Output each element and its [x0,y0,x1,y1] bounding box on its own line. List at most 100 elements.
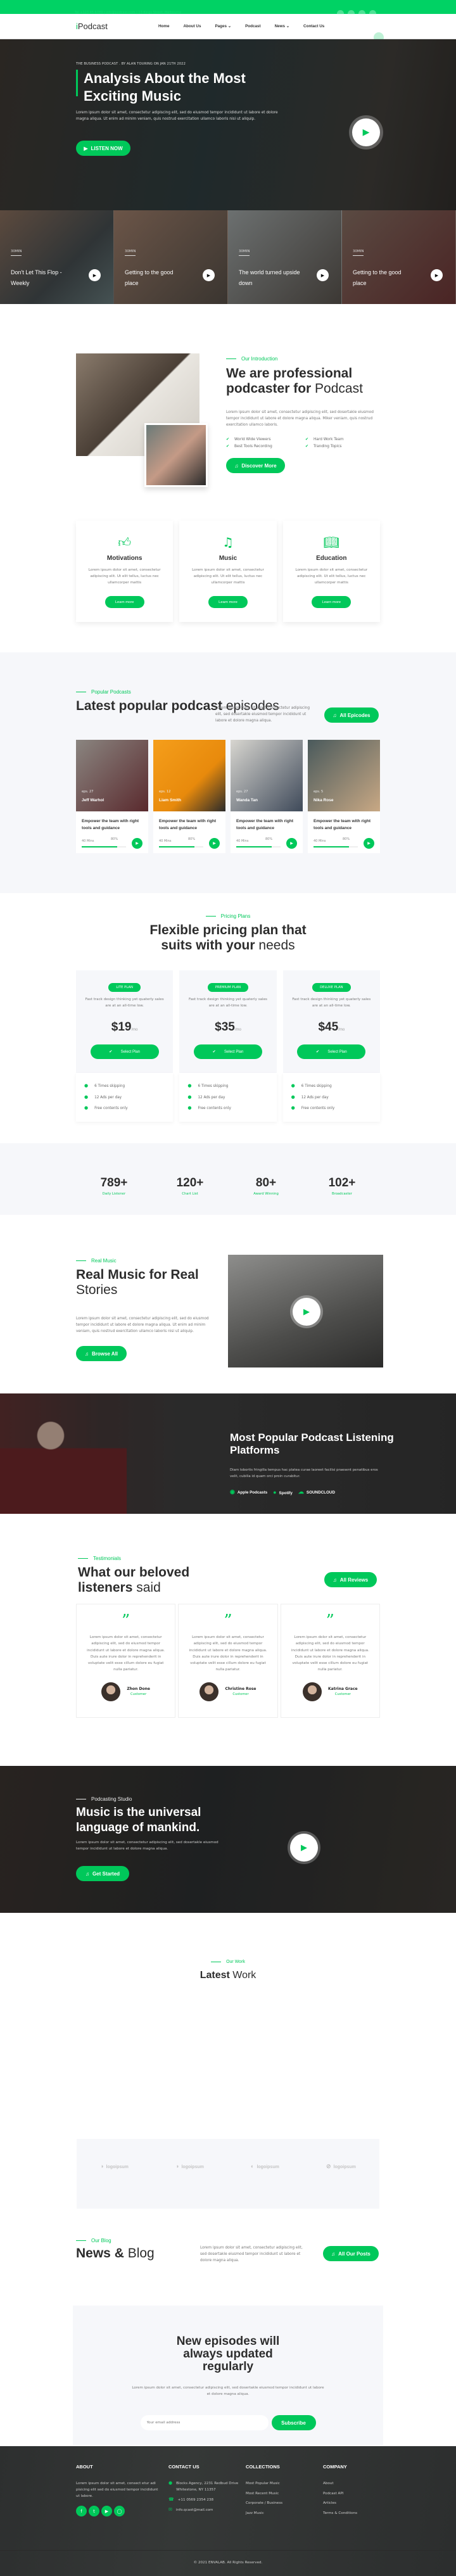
studio-video-thumbnail: ▶ [228,1255,383,1367]
podcast-card[interactable]: eps. 27 Jeff Warhol Empower the team wit… [76,740,148,853]
learn-more-button[interactable]: Learn more [104,596,144,608]
twitter-icon[interactable]: t [89,2506,99,2516]
footer-link[interactable]: Most Recent Music [246,2490,323,2497]
podcast-card[interactable]: eps. 5 Nika Rose Empower the team with r… [308,740,380,853]
check-item: Hard Work Team [305,437,384,441]
podcast-cover: eps. 5 Nika Rose [308,740,380,811]
site-logo[interactable]: iPodcast [76,22,108,31]
footer-link[interactable]: Terms & Conditions [323,2510,357,2516]
get-started-button[interactable]: ♫ Get Started [76,1866,129,1881]
play-button[interactable]: ▶ [209,838,220,849]
footer-link[interactable]: About [323,2480,357,2487]
footer-link[interactable]: Articles [323,2500,357,2506]
episode-play-button[interactable]: ▶ [317,269,329,281]
studio-play-button[interactable]: ▶ [290,1834,318,1862]
spotify-icon: ● [273,1488,277,1495]
host-name: Wanda Tan [236,798,258,803]
podcast-card[interactable]: eps. 27 Wanda Tan Empower the team with … [231,740,303,853]
nav-news[interactable]: News ⌄ [275,24,289,29]
footer-link[interactable]: Podcast API [323,2490,357,2497]
youtube-icon[interactable]: ▶ [101,2506,112,2516]
check-item: Best Tools Recording [226,444,305,448]
testimonial-card: ” Lorem ipsum dolor sit amet, consectetu… [280,1604,380,1718]
episode-tile[interactable]: 30MIN Getting to the good place ▶ [114,210,228,304]
select-plan-button[interactable]: ✔ Select Plan [90,1044,159,1059]
soundcloud-link[interactable]: ☁ SOUNDCLOUD [298,1488,335,1495]
plan-feature: 6 Times skipping [84,1081,165,1092]
progress-bar [159,846,203,847]
nav-about-us[interactable]: About Us [184,24,201,29]
section-kicker: Our Introduction [226,356,384,362]
podcast-icon: ◉ [230,1488,235,1495]
features-section: 👍︎ Motivations Lorem ipsum dolor sit ame… [0,507,456,646]
spotify-link[interactable]: ● Spotify [273,1489,293,1495]
footer-address: Blocks Agency, 2231 Redbud Drive Whitest… [176,2482,239,2492]
platforms-title: Most Popular Podcast Listening Platforms [230,1431,394,1456]
facebook-icon[interactable]: f [76,2506,87,2516]
location-icon: ● [168,2480,173,2485]
mail-icon: ✉ [168,2507,172,2512]
quote-icon: ” [224,1611,232,1630]
copyright: © 2021 ENVALAB. All Rights Reserved. [0,2550,456,2565]
select-plan-button[interactable]: ✔ Select Plan [193,1044,262,1059]
plan-description: Fast track design thinking yet quaterly … [189,998,267,1008]
hero-play-button[interactable]: ▶ [352,118,380,146]
episode-tile[interactable]: 30MIN Don't Let This Flop - Weekly ▶ [0,210,114,304]
browse-all-button[interactable]: ♫ Browse All [76,1346,127,1361]
episode-title: Getting to the good place [353,269,402,286]
footer-link[interactable]: Corporate / Business [246,2500,323,2506]
section-description: Lorem ipsum dolor sit amet, consectetur … [76,1317,209,1333]
section-description: Lorem ipsum dolor sit amet, consectetur … [215,706,310,723]
play-button[interactable]: ▶ [132,838,142,849]
all-reviews-button[interactable]: ♫ All Reviews [324,1572,377,1587]
listen-now-button[interactable]: ▶ LISTEN NOW [76,141,130,156]
plan-feature: 12 Ads per day [187,1092,268,1103]
episode-duration: 30MIN [11,250,22,256]
music-note-icon: ♫ [234,462,239,469]
feature-title: Motivations [106,555,142,562]
instagram-icon[interactable]: ◯ [114,2506,125,2516]
footer-phone[interactable]: +11 0569 2354 238 [178,2497,213,2503]
newsletter-title: New episodes will always updated regular… [176,2335,280,2373]
testimonial-text: Lorem ipsum dolor sit amet, consectetur … [189,1635,267,1672]
apple-podcasts-link[interactable]: ◉ Apple Podcasts [230,1488,267,1495]
episode-play-button[interactable]: ▶ [431,269,443,281]
episode-number: eps. 27 [236,790,248,794]
thumbs-up-icon: 👍︎ [118,535,132,550]
nav-contact-us[interactable]: Contact Us [303,24,324,29]
episode-tile[interactable]: 30MIN The world turned upside down ▶ [228,210,342,304]
video-play-button[interactable]: ▶ [293,1298,320,1326]
play-button[interactable]: ▶ [286,838,297,849]
feature-description: Lorem ipsum dolor sit amet, consectetur … [192,568,264,585]
all-episodes-button[interactable]: ♫ All Epicodes [324,707,379,723]
subscribe-button[interactable]: Subscribe [271,2415,316,2430]
footer-link[interactable]: Jazz Music [246,2510,323,2516]
progress-label: 80% [111,837,118,841]
section-kicker: Real Music [76,1258,218,1264]
section-title: Real Music for Real Stories [76,1267,199,1297]
learn-more-button[interactable]: Learn more [312,596,352,608]
learn-more-button[interactable]: Learn more [208,596,248,608]
reviewer-role: Customer [130,1692,147,1697]
email-input[interactable] [140,2415,269,2430]
episode-play-button[interactable]: ▶ [89,269,101,281]
podcast-card[interactable]: eps. 12 Liam Smith Empower the team with… [153,740,225,853]
select-plan-button[interactable]: ✔ Select Plan [297,1044,366,1059]
footer-email[interactable]: info.qcast@mail.com [176,2507,213,2513]
nav-pages[interactable]: Pages ⌄ [215,24,231,29]
episode-play-button[interactable]: ▶ [203,269,215,281]
all-posts-button[interactable]: ♫ All Our Posts [323,2246,379,2261]
episode-tile[interactable]: 30MIN Getting to the good place ▶ [342,210,456,304]
play-button[interactable]: ▶ [364,838,374,849]
avatar [101,1682,121,1701]
music-note-icon: ♫ [222,535,234,550]
nav-home[interactable]: Home [158,24,170,29]
discover-more-button[interactable]: ♫ Discover More [226,458,285,473]
nav-podcast[interactable]: Podcast [245,24,261,29]
intro-section: Our Introduction We are professional pod… [0,342,456,494]
footer-link[interactable]: Most Popular Music [246,2480,323,2487]
plan-feature: Free contents only [84,1103,165,1114]
logo-icon: ◑ [100,2163,104,2169]
section-description: Lorem ipsum dolor sit amet, consectetur … [200,2246,303,2262]
music-note-icon: ♫ [331,2250,336,2257]
